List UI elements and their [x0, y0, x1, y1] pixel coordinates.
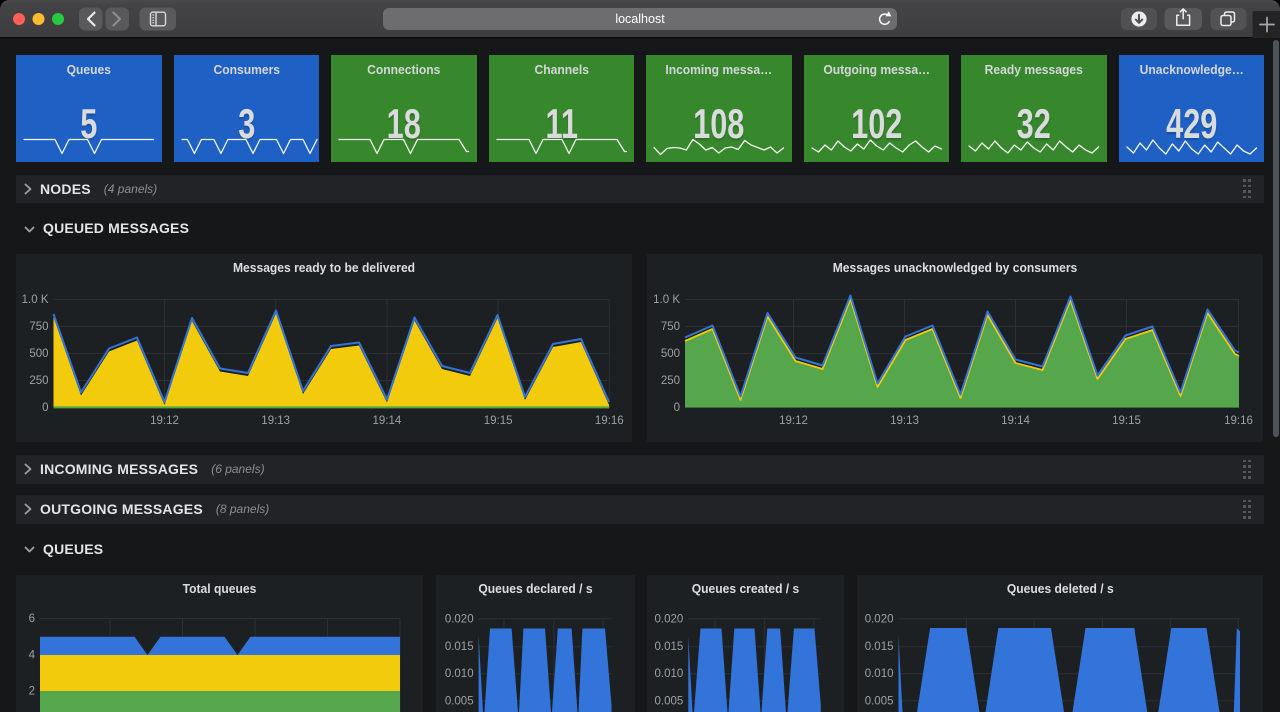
svg-text:19:15: 19:15: [1112, 415, 1141, 427]
svg-text:1.0 K: 1.0 K: [22, 294, 49, 306]
svg-text:19:13: 19:13: [261, 415, 290, 427]
svg-text:250: 250: [29, 375, 48, 387]
svg-text:750: 750: [660, 321, 679, 333]
svg-text:19:16: 19:16: [1224, 415, 1253, 427]
svg-text:1.0 K: 1.0 K: [653, 294, 680, 306]
svg-text:0.005: 0.005: [864, 695, 893, 707]
svg-text:0.015: 0.015: [445, 641, 474, 653]
svg-text:250: 250: [660, 375, 679, 387]
svg-text:19:13: 19:13: [890, 415, 919, 427]
svg-text:2: 2: [29, 686, 35, 698]
svg-text:750: 750: [29, 321, 48, 333]
svg-text:4: 4: [29, 650, 36, 662]
svg-text:0.010: 0.010: [654, 668, 683, 680]
svg-text:0.005: 0.005: [654, 695, 683, 707]
svg-text:19:15: 19:15: [484, 415, 513, 427]
svg-text:19:12: 19:12: [779, 415, 808, 427]
svg-text:0.015: 0.015: [864, 641, 893, 653]
svg-text:0.010: 0.010: [445, 668, 474, 680]
svg-text:0.020: 0.020: [654, 613, 683, 625]
svg-text:0.020: 0.020: [864, 613, 893, 625]
svg-text:19:14: 19:14: [1001, 415, 1030, 427]
svg-text:19:16: 19:16: [595, 415, 624, 427]
svg-text:19:14: 19:14: [373, 415, 402, 427]
svg-text:0.010: 0.010: [864, 668, 893, 680]
svg-text:0.015: 0.015: [654, 641, 683, 653]
svg-text:500: 500: [29, 348, 48, 360]
svg-text:6: 6: [29, 613, 35, 625]
svg-text:0.020: 0.020: [445, 613, 474, 625]
svg-text:500: 500: [660, 348, 679, 360]
svg-text:0.005: 0.005: [445, 695, 474, 707]
svg-text:19:12: 19:12: [150, 415, 179, 427]
svg-text:0: 0: [42, 402, 48, 414]
svg-text:0: 0: [673, 402, 679, 414]
